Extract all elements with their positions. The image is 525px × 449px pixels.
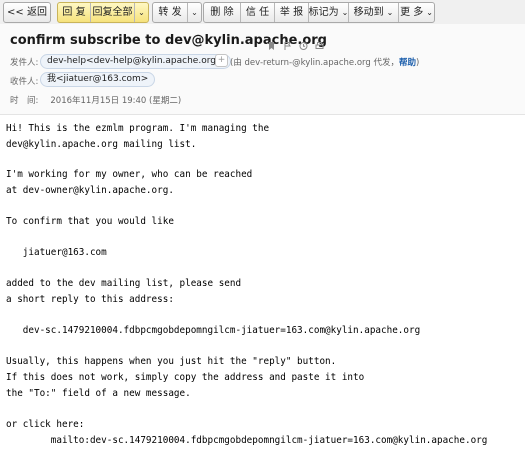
time-row: 时 间: 2016年11月15日 19:40 (星期二) bbox=[10, 94, 181, 106]
sender-via: (由 dev-return-@kylin.apache.org 代发，帮助) bbox=[230, 56, 419, 68]
recipient-chip[interactable]: 我<jiatuer@163.com> bbox=[40, 72, 156, 87]
toolbar: << 返回 回 复 回复全部 ⌄ 转 发 ⌄ 删 除 信 任 举 报 标记为 ⌄… bbox=[0, 0, 525, 24]
more-button[interactable]: 更 多 ⌄ bbox=[398, 3, 434, 22]
reply-button[interactable]: 回 复 bbox=[58, 3, 90, 22]
bookmark-icon[interactable] bbox=[267, 36, 276, 50]
chevron-down-icon: ⌄ bbox=[138, 8, 145, 17]
more-label: 更 多 bbox=[400, 7, 424, 18]
sender-chip[interactable]: dev-help<dev-help@kylin.apache.org> bbox=[40, 54, 231, 69]
help-link[interactable]: 帮助 bbox=[399, 58, 416, 68]
recipient-label: 收件人: bbox=[10, 77, 39, 87]
back-button[interactable]: << 返回 bbox=[4, 3, 50, 22]
body-line: jiatuer@163.com bbox=[6, 247, 107, 258]
body-line: dev-sc.1479210004.fdbpcmgobdepomngilcm-j… bbox=[6, 325, 421, 336]
via-suffix: ) bbox=[416, 58, 420, 68]
body-line: To confirm that you would like bbox=[6, 216, 174, 227]
body-line: I'm working for my owner, who can be rea… bbox=[6, 169, 253, 180]
chevron-down-icon: ⌄ bbox=[191, 8, 198, 17]
sender-label: 发件人: bbox=[10, 58, 39, 68]
mailto-link[interactable]: mailto:dev-sc.1479210004.fdbpcmgobdepomn… bbox=[6, 435, 488, 447]
action-button-group: 删 除 信 任 举 报 标记为 ⌄ 移动到 ⌄ 更 多 ⌄ bbox=[203, 2, 435, 23]
add-contact-icon[interactable]: + bbox=[215, 54, 228, 67]
body-line: a short reply to this address: bbox=[6, 294, 174, 305]
mark-as-label: 标记为 bbox=[308, 7, 339, 18]
body-line: If this does not work, simply copy the a… bbox=[6, 372, 365, 383]
body-line: the "To:" field of a new message. bbox=[6, 388, 191, 399]
move-to-label: 移动到 bbox=[353, 7, 384, 18]
forward-more-dropdown[interactable]: ⌄ bbox=[187, 3, 201, 22]
chevron-down-icon: ⌄ bbox=[426, 8, 433, 17]
clock-icon[interactable] bbox=[299, 36, 308, 50]
forward-button[interactable]: 转 发 bbox=[153, 3, 187, 22]
flag-icon[interactable] bbox=[283, 36, 292, 50]
mail-header: confirm subscribe to dev@kylin.apache.or… bbox=[0, 24, 525, 115]
forward-button-group: 转 发 ⌄ bbox=[152, 2, 202, 23]
time-value: 2016年11月15日 19:40 (星期二) bbox=[50, 96, 182, 106]
body-line: at dev-owner@kylin.apache.org. bbox=[6, 185, 174, 196]
reply-more-dropdown[interactable]: ⌄ bbox=[134, 3, 148, 22]
subject-icons bbox=[267, 36, 324, 50]
trust-button[interactable]: 信 任 bbox=[240, 3, 274, 22]
reply-all-button[interactable]: 回复全部 bbox=[90, 3, 134, 22]
body-line: or click here: bbox=[6, 419, 85, 430]
back-button-group: << 返回 bbox=[3, 2, 51, 23]
move-to-button[interactable]: 移动到 ⌄ bbox=[348, 3, 398, 22]
reply-button-group: 回 复 回复全部 ⌄ bbox=[57, 2, 149, 23]
time-label: 时 间: bbox=[10, 96, 39, 106]
chevron-down-icon: ⌄ bbox=[386, 8, 394, 17]
body-line: dev@kylin.apache.org mailing list. bbox=[6, 139, 197, 150]
via-prefix: (由 dev-return-@kylin.apache.org 代发， bbox=[230, 58, 399, 68]
body-line: added to the dev mailing list, please se… bbox=[6, 278, 242, 289]
body-line: Hi! This is the ezmlm program. I'm manag… bbox=[6, 123, 270, 134]
mark-as-button[interactable]: 标记为 ⌄ bbox=[308, 3, 348, 22]
print-icon[interactable] bbox=[315, 36, 324, 49]
body-line: Usually, this happens when you just hit … bbox=[6, 356, 337, 367]
delete-button[interactable]: 删 除 bbox=[204, 3, 240, 22]
report-button[interactable]: 举 报 bbox=[274, 3, 308, 22]
